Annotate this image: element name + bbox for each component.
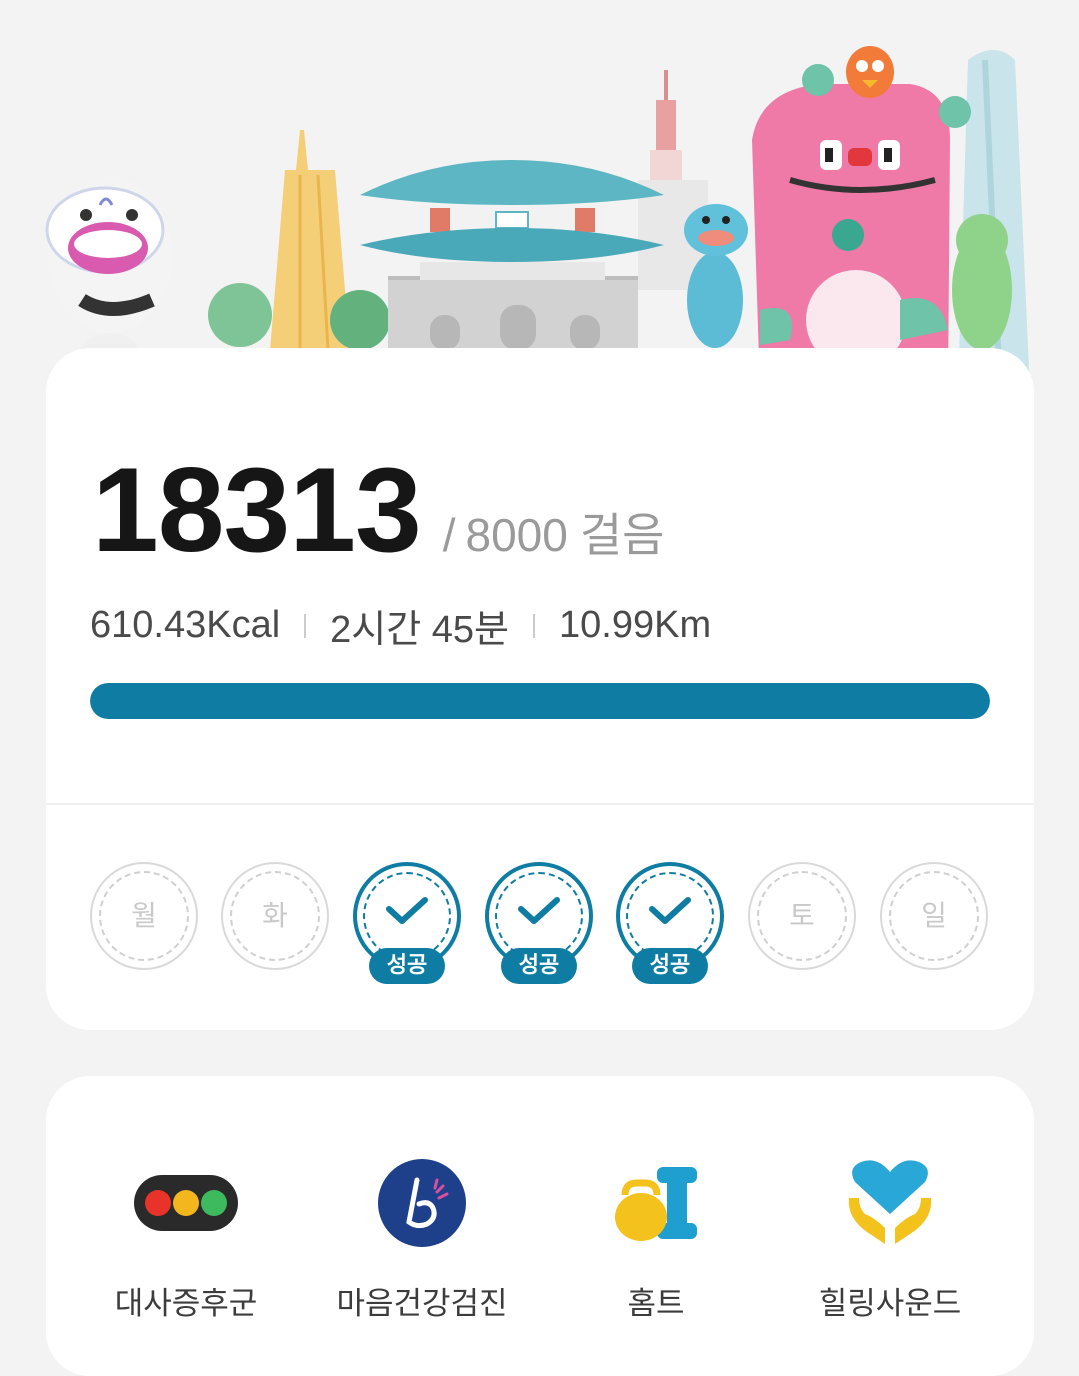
step-count: 18313 [92,443,422,577]
stat-divider [533,613,535,638]
service-mental-health-check[interactable]: 마음건강검진 [312,1148,532,1323]
stat-divider [304,613,307,638]
step-goal: /8000 걸음 [443,499,665,565]
city-mascot-banner [0,0,1079,400]
service-healing-sound[interactable]: 힐링사운드 [780,1148,1000,1323]
service-metabolic-syndrome[interactable]: 대사증후군 [76,1148,296,1323]
service-label: 마음건강검진 [336,1286,508,1322]
goal-value: 8000 [465,509,568,561]
service-home-training[interactable]: 홈트 [546,1148,766,1323]
check-icon [649,897,691,924]
day-label: 일 [921,899,947,932]
step-progress-bar [90,683,990,719]
check-icon [386,897,428,924]
service-label: 홈트 [627,1286,685,1322]
day-wed[interactable]: 성공 [353,862,465,1002]
weekly-achievement-row: 월 화 성공 성공 성공 토 일 [90,862,990,1002]
success-badge: 성공 [632,948,708,984]
service-label: 힐링사운드 [818,1286,962,1322]
health-services-card: 대사증후군 마음건강검진 홈트 힐링사운드 [46,1076,1034,1376]
day-sat[interactable]: 토 [748,862,860,1002]
step-progress-fill [90,683,990,719]
mind-b-logo-icon [367,1148,477,1258]
goal-separator: / [442,509,456,561]
goal-unit: 걸음 [579,509,665,561]
distance-value: 10.99Km [559,604,712,646]
calories-value: 610.43Kcal [90,604,281,646]
duration-value: 2시간 45분 [330,609,509,651]
day-thu[interactable]: 성공 [485,862,597,1002]
day-label: 화 [262,899,288,932]
step-count-row: 18313 /8000 걸음 [92,450,664,570]
day-label: 월 [131,899,157,932]
check-icon [518,897,560,924]
kettlebell-dumbbell-icon [601,1148,711,1258]
activity-stats-row: 610.43Kcal 2시간 45분 10.99Km [90,598,711,653]
traffic-light-icon [131,1148,241,1258]
success-badge: 성공 [369,948,445,984]
heart-hands-icon [835,1148,945,1258]
day-label: 토 [789,899,815,932]
success-badge: 성공 [501,948,577,984]
day-mon[interactable]: 월 [90,862,202,1002]
day-tue[interactable]: 화 [221,862,333,1002]
card-divider [46,803,1034,805]
service-label: 대사증후군 [114,1286,258,1322]
day-fri[interactable]: 성공 [616,862,728,1002]
day-sun[interactable]: 일 [880,862,992,1002]
